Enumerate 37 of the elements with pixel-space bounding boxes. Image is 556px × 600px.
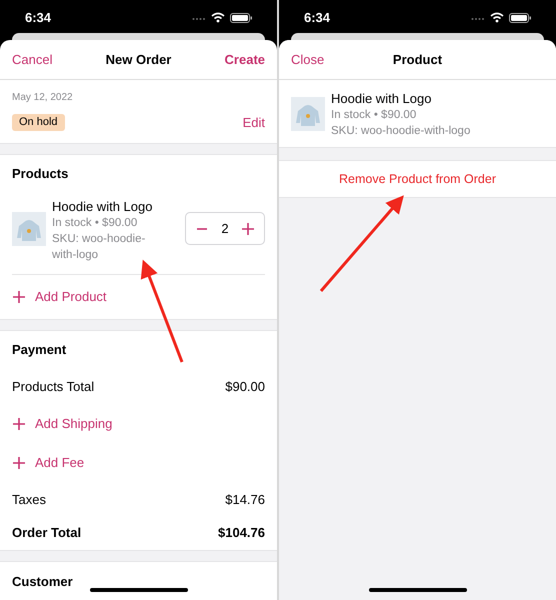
add-button[interactable]: Add Product [12,275,265,319]
edit-button[interactable]: Edit [242,113,265,132]
row-value: $104.76 [218,524,265,542]
product-sku: SKU: woo-hoodie-with-logo [331,124,470,139]
row-value: $90.00 [225,378,265,396]
cancel-button[interactable]: Cancel [12,50,96,70]
status-time: 6:34 [25,8,52,27]
row-label: Products Total [12,378,94,396]
product-name: Hoodie with Logo [331,91,432,107]
cancel-button[interactable]: Close [291,50,376,70]
add-button[interactable]: Add Fee [12,443,265,483]
battery-icon [509,12,531,22]
plus-icon [242,222,254,234]
wifi-icon [211,12,225,23]
row-value: $14.76 [225,490,265,509]
plus-icon [12,290,26,304]
quantity-stepper[interactable]: 2 [185,212,265,245]
plus-icon [12,416,26,430]
status-badge: On hold [12,114,65,132]
create-button[interactable]: Create [180,50,265,70]
section-title: Products [12,165,70,184]
product-name: Hoodie with Logo [52,199,154,215]
status-time: 6:34 [304,8,330,27]
row-label: Taxes [12,490,46,509]
order-date: May 12, 2022 [12,92,74,104]
plus-icon [12,456,26,470]
section-title: Customer [12,574,73,590]
screen-title: Product [392,50,444,69]
section-title: Payment [12,341,68,360]
product-sku: SKU: woo-hoodie-with-logo [52,232,146,263]
screen-title: New Order [104,50,172,69]
add-button[interactable]: Add Shipping [12,404,265,443]
row-label: Order Total [12,524,82,542]
wifi-icon [490,12,504,23]
stock-price: In stock • $90.00 [52,216,138,231]
battery-icon [230,12,252,22]
stock-price: In stock • $90.00 [331,108,418,123]
